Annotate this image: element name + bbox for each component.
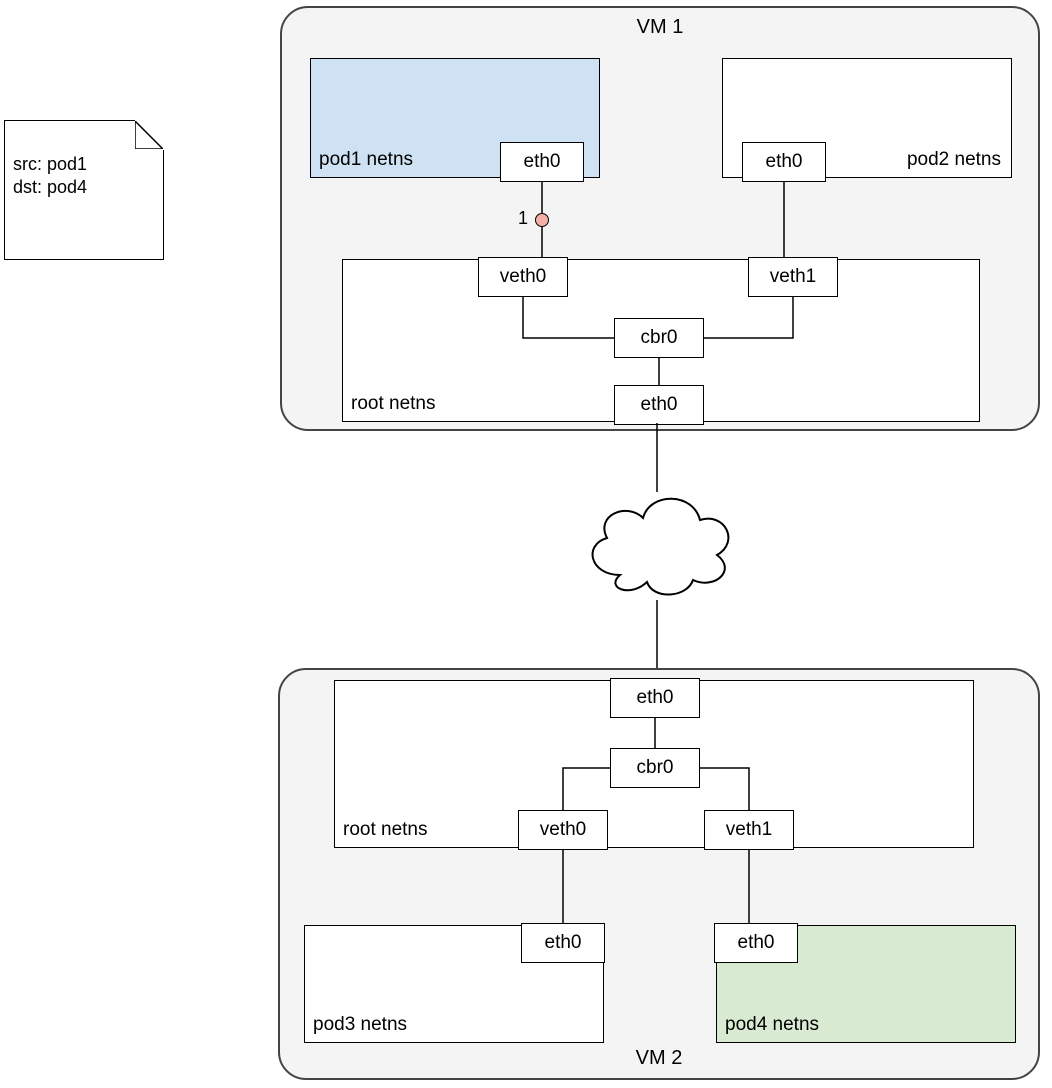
vm2-lines — [280, 670, 1042, 1082]
cloud-icon — [575, 480, 740, 610]
vm2-container: VM 2 root netns eth0 cbr0 veth0 veth1 po… — [278, 668, 1040, 1080]
